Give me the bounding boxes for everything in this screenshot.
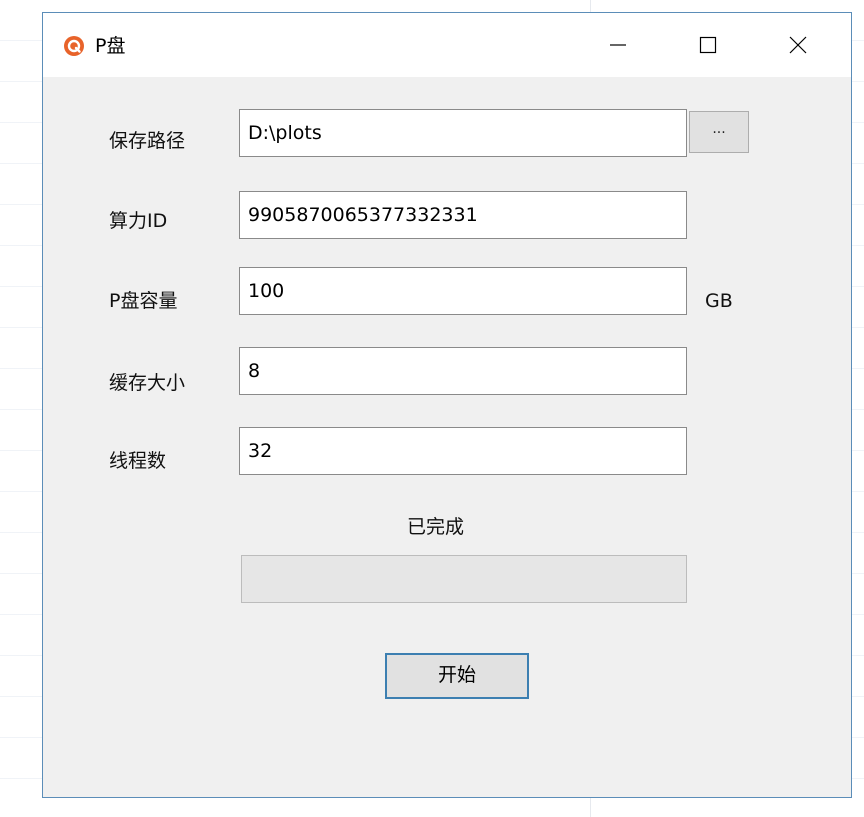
compute-id-input[interactable]: 9905870065377332331 <box>239 191 687 239</box>
browse-button[interactable]: ... <box>689 111 749 153</box>
maximize-icon <box>699 36 717 54</box>
maximize-button[interactable] <box>663 13 753 77</box>
window-title: P盘 <box>95 35 126 57</box>
title-bar: P盘 <box>43 13 851 77</box>
plot-capacity-label: P盘容量 <box>109 290 178 312</box>
capacity-unit-label: GB <box>705 290 733 312</box>
minimize-icon <box>610 44 626 46</box>
threads-input[interactable]: 32 <box>239 427 687 475</box>
plot-capacity-input[interactable]: 100 <box>239 267 687 315</box>
compute-id-label: 算力ID <box>109 210 168 232</box>
cache-size-label: 缓存大小 <box>109 372 186 394</box>
app-window: P盘 保存路径 D:\plots ... 算力ID 99058700653773… <box>42 12 852 798</box>
threads-label: 线程数 <box>109 450 167 472</box>
minimize-button[interactable] <box>573 13 663 77</box>
start-button[interactable]: 开始 <box>385 653 529 699</box>
app-logo-icon <box>64 36 84 56</box>
close-button[interactable] <box>753 13 843 77</box>
cache-size-input[interactable]: 8 <box>239 347 687 395</box>
status-text: 已完成 <box>407 516 465 538</box>
close-icon <box>789 36 807 54</box>
progress-bar <box>241 555 687 603</box>
save-path-input[interactable]: D:\plots <box>239 109 687 157</box>
save-path-label: 保存路径 <box>109 130 186 152</box>
